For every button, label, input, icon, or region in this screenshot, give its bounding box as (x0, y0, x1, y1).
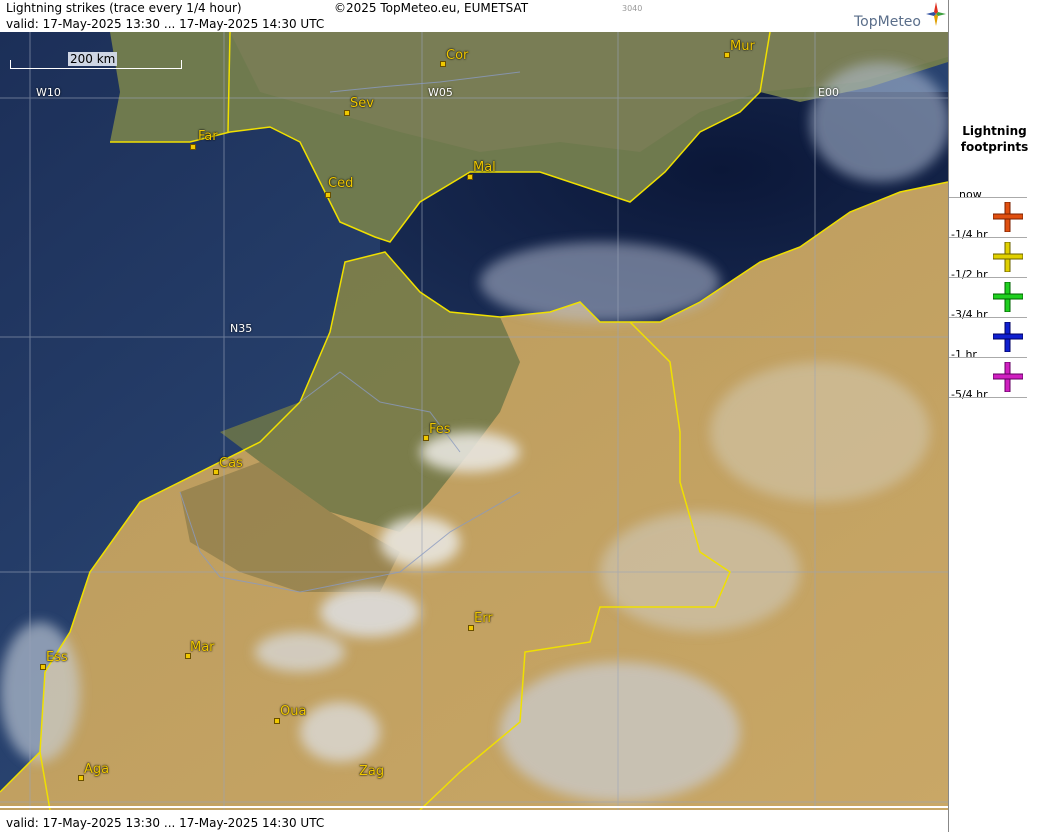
footer: valid: 17-May-2025 13:30 ... 17-May-2025… (0, 813, 948, 832)
satellite-map[interactable]: W10 W05 E00 N35 200 km Cor Mur Sev Far M… (0, 32, 948, 810)
city-cas: Cas (219, 456, 243, 471)
copyright-text: ©2025 TopMeteo.eu, EUMETSAT (334, 1, 529, 15)
city-mur: Mur (730, 39, 755, 54)
map-title: Lightning strikes (trace every 1/4 hour) (6, 1, 242, 15)
header: Lightning strikes (trace every 1/4 hour)… (0, 0, 948, 32)
valid-time: valid: 17-May-2025 13:30 ... 17-May-2025… (6, 17, 325, 31)
city-marker (190, 144, 196, 150)
legend-title-line2: footprints (960, 140, 1029, 154)
cross-icon-now (993, 202, 1023, 232)
topmeteo-logo[interactable]: TopMeteo (848, 2, 948, 30)
grid-label-w05: W05 (428, 86, 453, 99)
legend-panel: Lightning footprints now -1/4 hr -1/2 hr… (948, 0, 1039, 832)
cross-icon-one-hour (993, 362, 1023, 392)
legend-label-now: now (959, 188, 982, 201)
cross-icon-three-quarter (993, 322, 1023, 352)
city-ess: Ess (46, 650, 68, 665)
legend-divider (949, 317, 1027, 318)
city-err: Err (474, 611, 493, 626)
legend-label-half: -1/2 hr (951, 268, 988, 281)
city-zag: Zag (359, 764, 385, 779)
grid-label-n35: N35 (230, 322, 253, 335)
city-sev: Sev (350, 96, 374, 111)
legend-divider (949, 197, 1027, 198)
legend-label-three-quarter: -3/4 hr (951, 308, 988, 321)
city-marker (325, 192, 331, 198)
city-cor: Cor (446, 48, 469, 63)
legend-divider (949, 237, 1027, 238)
legend-divider (949, 357, 1027, 358)
city-fes: Fes (429, 422, 451, 437)
map-canvas (0, 32, 948, 810)
scale-label: 200 km (68, 52, 118, 66)
cross-icon-half (993, 282, 1023, 312)
city-oua: Oua (280, 704, 307, 719)
city-mal: Mal (473, 160, 496, 175)
map-code: 3040 (622, 4, 643, 13)
legend-divider (949, 277, 1027, 278)
cross-icon-quarter (993, 242, 1023, 272)
city-far: Far (198, 129, 218, 144)
footer-valid-time: valid: 17-May-2025 13:30 ... 17-May-2025… (6, 816, 325, 830)
grid-label-w10: W10 (36, 86, 61, 99)
compass-icon (926, 2, 946, 26)
legend-divider (949, 397, 1027, 398)
legend-label-quarter: -1/4 hr (951, 228, 988, 241)
legend-label-one-hour: -1 hr (951, 348, 977, 361)
legend-title-line1: Lightning (962, 124, 1027, 138)
city-ced: Ced (328, 176, 354, 191)
legend-label-five-quarter: -5/4 hr (951, 388, 988, 401)
logo-text: TopMeteo (854, 14, 921, 30)
city-mar: Mar (190, 640, 215, 655)
city-aga: Aga (84, 762, 110, 777)
grid-label-e00: E00 (818, 86, 839, 99)
